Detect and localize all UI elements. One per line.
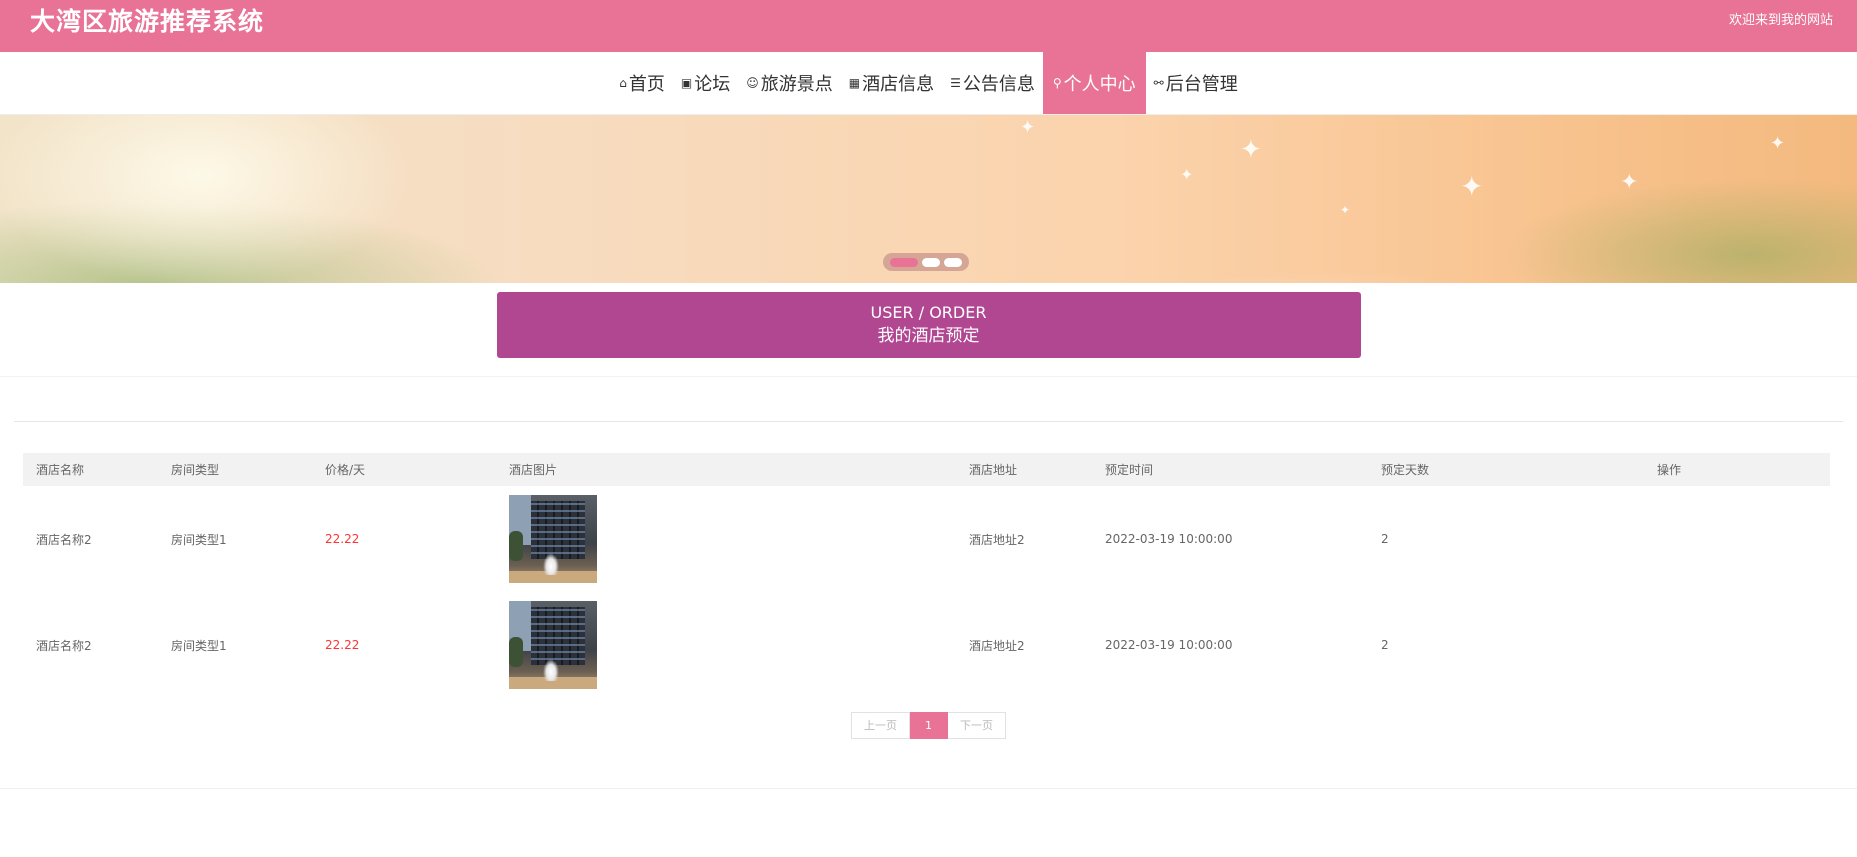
days-cell: 2 [1381, 532, 1389, 546]
pagination: 上一页 1 下一页 [0, 712, 1857, 739]
nav-item-attractions[interactable]: ☺ 旅游景点 [738, 52, 841, 114]
attraction-icon: ☺ [746, 76, 759, 90]
hotel-image[interactable] [509, 601, 597, 689]
nav-item-label: 公告信息 [962, 74, 1035, 95]
carousel-indicators [883, 253, 969, 271]
section-title: USER / ORDER 我的酒店预定 [496, 292, 1361, 358]
sparkle-icon: ✦ [1180, 165, 1194, 184]
address-cell: 酒店地址2 [969, 532, 1025, 547]
nav-item-personal-center[interactable]: ⚲ 个人中心 [1042, 52, 1146, 114]
table-header-row: 酒店名称 房间类型 价格/天 酒店图片 酒店地址 预定时间 预定天数 操作 [23, 453, 1830, 486]
nav-item-home[interactable]: ⌂ 首页 [611, 52, 673, 114]
nav-item-label: 旅游景点 [760, 74, 833, 95]
nav-item-notices[interactable]: ☰ 公告信息 [942, 52, 1043, 114]
address-cell: 酒店地址2 [969, 638, 1025, 653]
hotel-name-cell: 酒店名称2 [36, 532, 92, 547]
page-number-button[interactable]: 1 [910, 712, 948, 739]
hotel-image-cell [496, 592, 956, 698]
table-row: 酒店名称2 房间类型1 22.22 酒店地址2 2022-03-19 10:00… [23, 592, 1830, 698]
nav-item-label: 首页 [628, 74, 665, 95]
price-cell: 22.22 [325, 638, 360, 652]
divider [14, 421, 1843, 422]
column-header: 酒店图片 [509, 463, 558, 477]
booking-table-container: 酒店名称 房间类型 价格/天 酒店图片 酒店地址 预定时间 预定天数 操作 酒店… [23, 453, 1830, 698]
column-header: 酒店名称 [36, 463, 85, 477]
column-header: 预定天数 [1381, 463, 1430, 477]
room-type-cell: 房间类型1 [171, 638, 227, 653]
main-nav: ⌂ 首页 ▣ 论坛 ☺ 旅游景点 ▦ 酒店信息 ☰ 公告信息 ⚲ 个人中心 ⚯ … [0, 52, 1857, 115]
link-icon: ⚯ [1153, 76, 1164, 90]
site-title[interactable]: 大湾区旅游推荐系统 [30, 2, 264, 38]
banner-carousel[interactable]: ✦ ✦ ✦ ✦ ✦ ✦ ✦ [0, 115, 1857, 283]
nav-item-label: 酒店信息 [862, 74, 935, 95]
carousel-dot-1[interactable] [890, 257, 918, 267]
column-header: 预定时间 [1105, 463, 1154, 477]
sparkle-icon: ✦ [1770, 133, 1786, 154]
sparkle-icon: ✦ [1340, 203, 1351, 217]
column-header: 价格/天 [325, 463, 366, 477]
days-cell: 2 [1381, 638, 1389, 652]
nav-item-label: 论坛 [694, 74, 731, 95]
top-header: 大湾区旅游推荐系统 欢迎来到我的网站 [0, 0, 1857, 52]
grid-icon: ▦ [848, 76, 861, 90]
table-row: 酒店名称2 房间类型1 22.22 酒店地址2 2022-03-19 10:00… [23, 486, 1830, 592]
sparkle-icon: ✦ [1240, 135, 1262, 165]
user-icon: ⚲ [1052, 76, 1062, 90]
section-title-cn: 我的酒店预定 [877, 326, 980, 346]
sparkle-icon: ✦ [1620, 170, 1639, 195]
home-icon: ⌂ [619, 76, 627, 90]
sparkle-icon: ✦ [1460, 170, 1484, 203]
welcome-text: 欢迎来到我的网站 [1728, 13, 1833, 28]
price-cell: 22.22 [325, 532, 360, 546]
hotel-image[interactable] [509, 495, 597, 583]
prev-page-button[interactable]: 上一页 [851, 712, 910, 739]
section-title-en: USER / ORDER [870, 303, 987, 322]
column-header: 操作 [1657, 463, 1682, 477]
nav-item-label: 后台管理 [1165, 74, 1238, 95]
sliders-icon: ☰ [950, 76, 961, 90]
booking-time-cell: 2022-03-19 10:00:00 [1105, 532, 1233, 546]
column-header: 酒店地址 [969, 463, 1018, 477]
carousel-dot-2[interactable] [922, 257, 940, 267]
carousel-dot-3[interactable] [944, 257, 962, 267]
action-cell [1644, 592, 1830, 698]
nav-item-admin[interactable]: ⚯ 后台管理 [1146, 52, 1246, 114]
divider [0, 376, 1857, 377]
nav-item-forum[interactable]: ▣ 论坛 [673, 52, 738, 114]
next-page-button[interactable]: 下一页 [948, 712, 1006, 739]
nav-item-label: 个人中心 [1063, 74, 1136, 95]
booking-time-cell: 2022-03-19 10:00:00 [1105, 638, 1233, 652]
nav-item-hotels[interactable]: ▦ 酒店信息 [841, 52, 942, 114]
sparkle-icon: ✦ [1020, 117, 1036, 138]
hotel-name-cell: 酒店名称2 [36, 638, 92, 653]
action-cell [1644, 486, 1830, 592]
footer-divider [0, 788, 1857, 789]
column-header: 房间类型 [171, 463, 220, 477]
hotel-image-cell [496, 486, 956, 592]
booking-table: 酒店名称 房间类型 价格/天 酒店图片 酒店地址 预定时间 预定天数 操作 酒店… [23, 453, 1830, 698]
room-type-cell: 房间类型1 [171, 532, 227, 547]
forum-icon: ▣ [680, 76, 693, 90]
